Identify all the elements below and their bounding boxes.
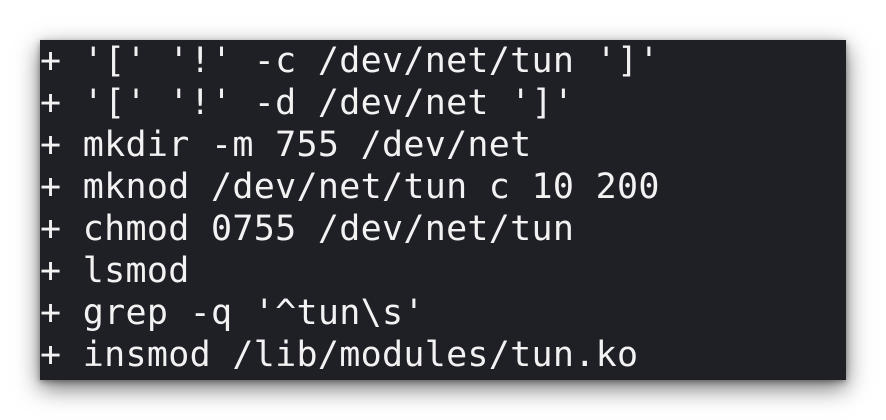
terminal-line: + mknod /dev/net/tun c 10 200: [40, 167, 660, 207]
terminal-line: + lsmod: [40, 251, 190, 291]
terminal-line: + '[' '!' -d /dev/net ']': [40, 83, 575, 123]
terminal-line: + '[' '!' -c /dev/net/tun ']': [40, 41, 660, 81]
terminal-line: + grep -q '^tun\s': [40, 293, 425, 333]
terminal-output: + '[' '!' -c /dev/net/tun ']' + '[' '!' …: [40, 40, 660, 376]
terminal-window[interactable]: + '[' '!' -c /dev/net/tun ']' + '[' '!' …: [40, 40, 846, 380]
terminal-line: + mkdir -m 755 /dev/net: [40, 125, 532, 165]
terminal-line: + insmod /lib/modules/tun.ko: [40, 335, 639, 375]
terminal-line: + chmod 0755 /dev/net/tun: [40, 209, 575, 249]
